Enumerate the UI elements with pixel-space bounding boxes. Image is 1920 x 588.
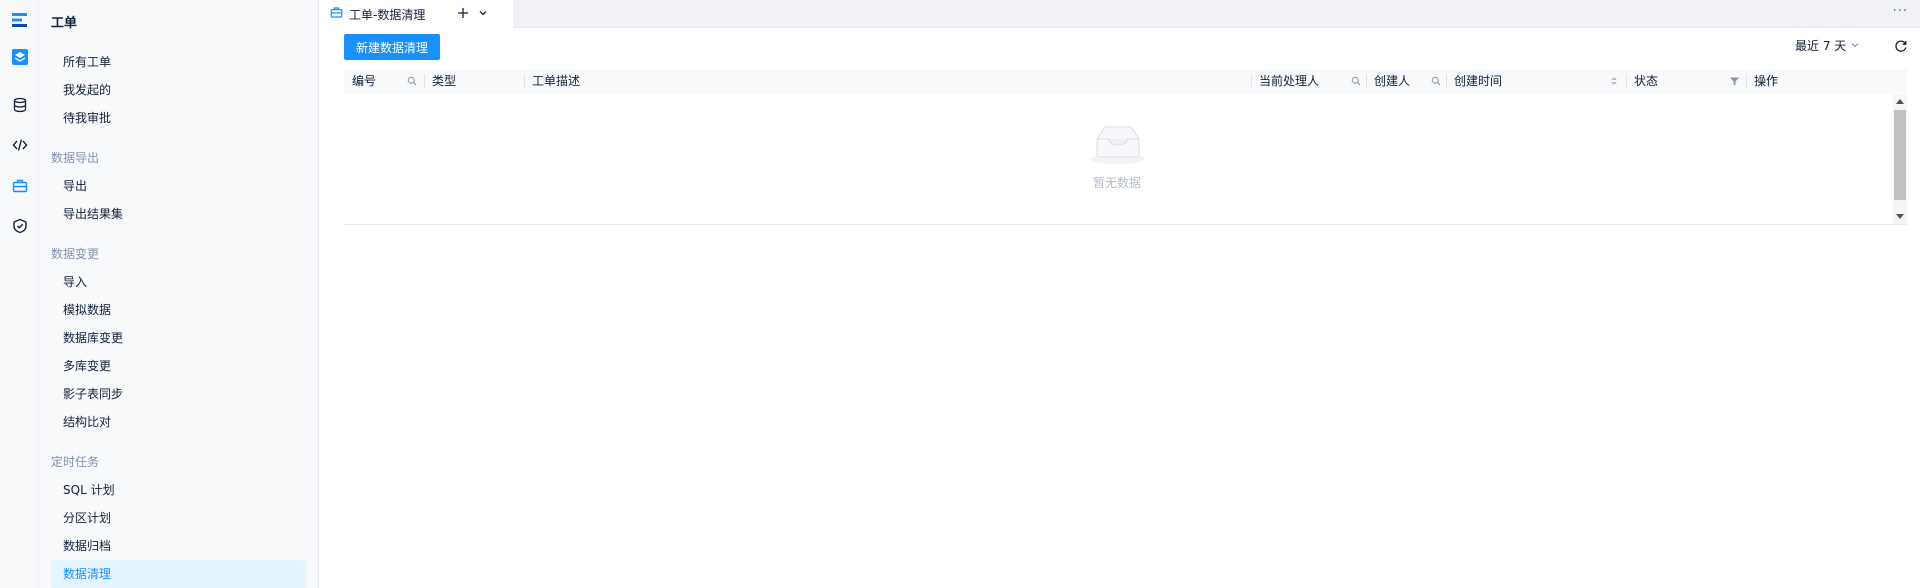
sidebar-item-pending-approval[interactable]: 待我审批 — [51, 104, 306, 132]
search-icon[interactable] — [1350, 75, 1362, 87]
col-created-time: 创建时间 — [1454, 74, 1503, 88]
sidebar-item-import[interactable]: 导入 — [51, 268, 306, 296]
scroll-up-icon[interactable] — [1893, 94, 1907, 108]
briefcase-icon[interactable] — [11, 177, 29, 195]
sidebar-item-multi-db-change[interactable]: 多库变更 — [51, 352, 306, 380]
empty-state-text: 暂无数据 — [1092, 176, 1141, 190]
sidebar-item-export-resultset[interactable]: 导出结果集 — [51, 200, 306, 228]
empty-inbox-icon — [1089, 123, 1147, 165]
time-range-label: 最近 7 天 — [1795, 39, 1847, 53]
sidebar-group-schedule: 定时任务 — [51, 455, 100, 469]
logo-icon[interactable] — [11, 11, 29, 29]
sidebar-item-db-change[interactable]: 数据库变更 — [51, 324, 306, 352]
ellipsis-icon[interactable]: ··· — [1893, 4, 1908, 19]
col-id: 编号 — [352, 74, 377, 88]
col-creator: 创建人 — [1374, 74, 1411, 88]
database-icon[interactable] — [11, 96, 29, 114]
sidebar-item-partition-plan[interactable]: 分区计划 — [51, 504, 306, 532]
scroll-down-icon[interactable] — [1893, 210, 1907, 224]
col-current-handler: 当前处理人 — [1259, 74, 1320, 88]
sidebar-item-data-archive[interactable]: 数据归档 — [51, 532, 306, 560]
table-scrollbar[interactable] — [1893, 94, 1907, 224]
table-header: 编号 类型 工单描述 当前处理人 创建人 创建时间 状态 操作 — [344, 69, 1907, 93]
col-description: 工单描述 — [532, 74, 581, 88]
chevron-down-icon[interactable] — [475, 5, 491, 21]
search-icon[interactable] — [1430, 75, 1442, 87]
chevron-down-icon — [1850, 39, 1860, 53]
scrollbar-thumb[interactable] — [1894, 110, 1906, 200]
icon-rail — [0, 0, 39, 588]
search-icon[interactable] — [406, 75, 418, 87]
sidebar-item-structure-compare[interactable]: 结构比对 — [51, 408, 306, 436]
code-icon[interactable] — [11, 136, 29, 154]
ticket-icon[interactable] — [11, 48, 29, 66]
plus-icon[interactable] — [455, 5, 471, 21]
sidebar-item-shadow-table-sync[interactable]: 影子表同步 — [51, 380, 306, 408]
sidebar-title: 工单 — [51, 16, 78, 31]
col-type: 类型 — [432, 74, 457, 88]
tab-label: 工单-数据清理 — [349, 7, 426, 22]
sidebar-group-export: 数据导出 — [51, 151, 100, 165]
refresh-icon[interactable] — [1894, 39, 1908, 53]
sort-icon[interactable] — [1608, 75, 1620, 87]
col-actions: 操作 — [1754, 74, 1779, 88]
briefcase-tab-icon — [330, 6, 343, 23]
time-range-select[interactable]: 最近 7 天 — [1795, 37, 1860, 54]
create-cleanup-button[interactable]: 新建数据清理 — [344, 34, 440, 60]
sidebar: 工单 所有工单 我发起的 待我审批 数据导出 导出 导出结果集 数据变更 导入 … — [39, 0, 319, 588]
sidebar-item-initiated-by-me[interactable]: 我发起的 — [51, 76, 306, 104]
sidebar-item-mock-data[interactable]: 模拟数据 — [51, 296, 306, 324]
sidebar-item-all-tickets[interactable]: 所有工单 — [51, 48, 306, 76]
tab-bar: 工单-数据清理 ··· — [320, 0, 1920, 28]
filter-icon[interactable] — [1728, 75, 1740, 87]
sidebar-item-export[interactable]: 导出 — [51, 172, 306, 200]
sidebar-group-change: 数据变更 — [51, 247, 100, 261]
sidebar-item-sql-plan[interactable]: SQL 计划 — [51, 476, 306, 504]
shield-icon[interactable] — [11, 217, 29, 235]
sidebar-item-data-cleanup[interactable]: 数据清理 — [51, 560, 306, 588]
col-status: 状态 — [1634, 74, 1659, 88]
